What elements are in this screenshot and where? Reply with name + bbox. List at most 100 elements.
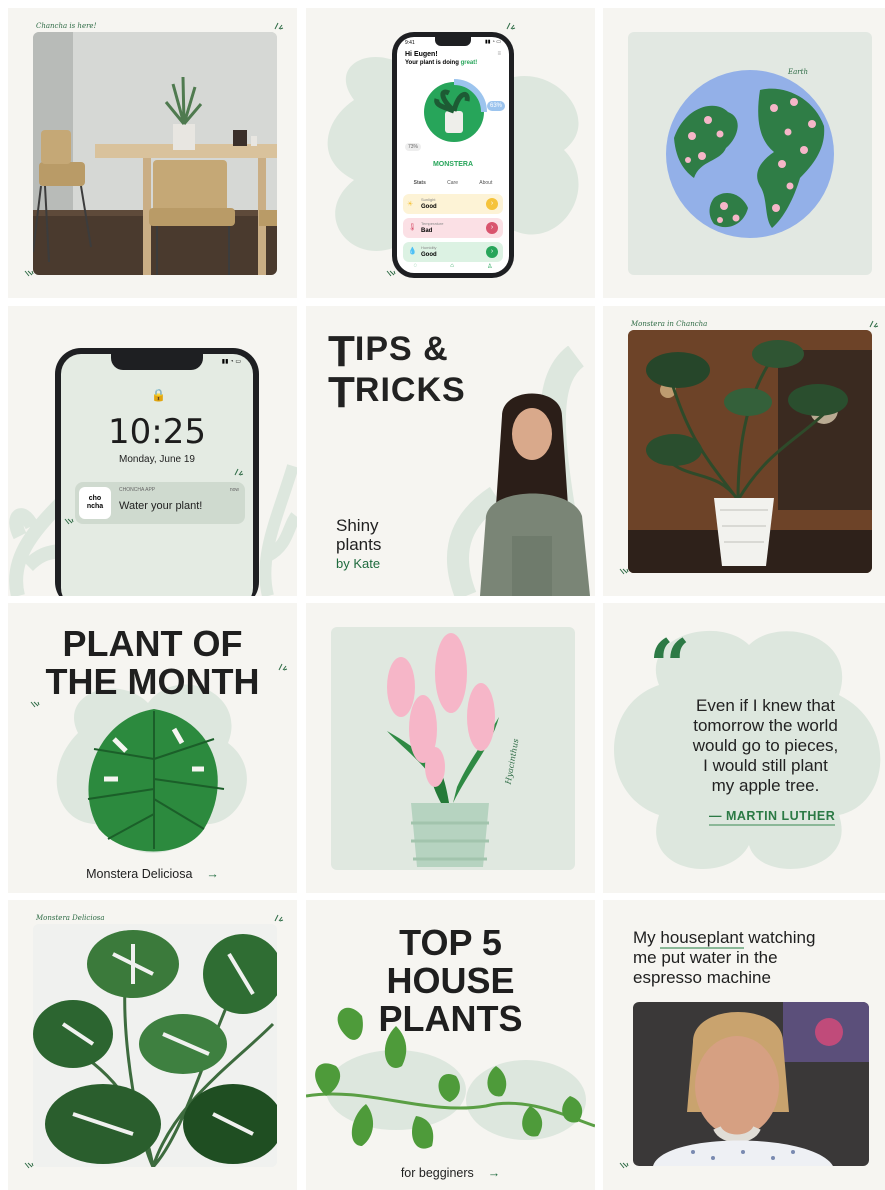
subtitle-line: plants bbox=[336, 535, 382, 554]
app-name: CHONCHA APP bbox=[119, 487, 156, 493]
tab-stats[interactable]: Stats bbox=[414, 180, 426, 190]
status-icons: ▮▮ ◔ ▭ bbox=[484, 39, 501, 45]
sparkle-icon bbox=[386, 270, 396, 277]
sparkle-icon bbox=[274, 914, 284, 922]
post-quote[interactable]: “ Even if I knew that tomorrow the world… bbox=[603, 603, 885, 893]
phone-frame: 9:41 ▮▮ ◔ ▭ Hi Eugen! Your plant is doin… bbox=[392, 32, 514, 278]
row-label: Sunlight bbox=[421, 197, 436, 202]
app-screen: 9:41 ▮▮ ◔ ▭ Hi Eugen! Your plant is doin… bbox=[397, 37, 509, 273]
subtitle-line: Shiny bbox=[336, 516, 379, 535]
post-plant-of-month[interactable]: PLANT OF THE MONTH Monstera Deliciosa → bbox=[8, 603, 297, 893]
meme-photo bbox=[633, 1002, 869, 1166]
post-plant-app[interactable]: 9:41 ▮▮ ◔ ▭ Hi Eugen! Your plant is doin… bbox=[306, 8, 595, 298]
title-line: HOUSE bbox=[386, 960, 515, 1001]
title-line: THE MONTH bbox=[45, 661, 260, 702]
post-dining-room[interactable]: Chancha is here! bbox=[8, 8, 297, 298]
sparkle-icon bbox=[234, 468, 244, 476]
drop-icon: 💧 bbox=[408, 248, 417, 255]
quote-line: I would still plant bbox=[703, 756, 828, 775]
lock-icon: 🔒 bbox=[151, 388, 166, 402]
plant-caption: Monstera Deliciosa → bbox=[86, 867, 219, 881]
post-lock-screen[interactable]: ▮▮ ◔ ▭ 🔒 10:25 Monday, June 19 cho ncha C… bbox=[8, 306, 297, 596]
row-value: Good bbox=[421, 252, 437, 258]
sparkle-icon bbox=[506, 22, 516, 30]
sparkle-icon bbox=[274, 22, 284, 30]
row-label: Temperature bbox=[421, 221, 444, 226]
tile-caption: Monstera Deliciosa bbox=[36, 914, 105, 922]
notification-time: now bbox=[229, 487, 239, 493]
menu-icon[interactable]: ≡ bbox=[497, 51, 501, 57]
row-humidity[interactable]: 💧 Humidity Good › bbox=[403, 242, 503, 262]
row-sunlight[interactable]: ☀ Sunlight Good › bbox=[403, 194, 503, 214]
percent-badge-left: 73% bbox=[405, 143, 422, 151]
bottom-nav: ◌ ⌂ ♙ bbox=[397, 263, 509, 273]
greeting: Hi Eugen! bbox=[405, 51, 438, 58]
arrow-right-icon[interactable]: → bbox=[488, 1166, 501, 1180]
tile-caption: Chancha is here! bbox=[36, 22, 97, 30]
quote-author: — MARTIN LUTHER bbox=[709, 809, 836, 826]
plant-progress-ring bbox=[424, 79, 487, 142]
notification-card[interactable]: cho ncha CHONCHA APP now Water your plant… bbox=[75, 482, 245, 524]
title-line: TOP 5 bbox=[399, 922, 502, 963]
chevron-right-icon: › bbox=[486, 222, 498, 234]
sparkle-icon bbox=[869, 320, 879, 328]
row-value: Bad bbox=[421, 228, 433, 234]
lock-time: 10:25 bbox=[108, 412, 206, 452]
post-tips-tricks[interactable]: TIPS & TRICKS Shiny plants by Kate bbox=[306, 306, 595, 596]
plant-name: MONSTERA bbox=[432, 161, 474, 168]
monstera-leaf-illustration bbox=[87, 709, 225, 852]
tab-about[interactable]: About bbox=[479, 180, 492, 190]
woman-photo bbox=[480, 393, 590, 596]
post-top-5-plants[interactable]: TOP 5 HOUSE PLANTS for begginers → bbox=[306, 900, 595, 1190]
plant-of-month-title: PLANT OF THE MONTH bbox=[8, 625, 297, 701]
title-line: PLANT OF bbox=[62, 623, 243, 664]
tips-tricks-title: TIPS & TRICKS bbox=[328, 327, 466, 417]
percent-badge-right: 63% bbox=[486, 101, 505, 111]
phone-notch bbox=[435, 37, 471, 46]
post-monstera-deliciosa-photo[interactable]: Monstera Deliciosa bbox=[8, 900, 297, 1190]
cafe-monstera-photo bbox=[628, 330, 872, 573]
sparkle-icon bbox=[619, 568, 629, 575]
sparkle-icon bbox=[24, 1162, 34, 1169]
sparkle-icon bbox=[30, 701, 40, 708]
profile-icon[interactable]: ♙ bbox=[487, 263, 492, 273]
pothos-vine-illustration bbox=[306, 1007, 595, 1149]
home-icon[interactable]: ⌂ bbox=[450, 263, 454, 273]
earth-illustration bbox=[666, 70, 834, 238]
phone-frame: ▮▮ ◔ ▭ 🔒 10:25 Monday, June 19 cho ncha C… bbox=[55, 348, 259, 596]
hyacinth-illustration bbox=[387, 633, 499, 867]
top5-caption: for begginers → bbox=[400, 1166, 501, 1180]
chevron-right-icon: › bbox=[486, 246, 498, 258]
post-houseplant-meme[interactable]: My houseplant watching me put water in t… bbox=[603, 900, 885, 1190]
tile-caption: Monstera in Chancha bbox=[631, 320, 708, 328]
row-label: Humidity bbox=[421, 245, 437, 250]
thermometer-icon: 🌡 bbox=[408, 224, 417, 231]
app-icon: cho ncha bbox=[79, 487, 111, 519]
chevron-right-icon: › bbox=[486, 198, 498, 210]
row-value: Good bbox=[421, 204, 437, 210]
quote-line: Even if I knew that bbox=[696, 696, 835, 715]
meme-caption: My houseplant watching me put water in t… bbox=[633, 928, 816, 987]
phone-notch bbox=[111, 354, 203, 370]
tab-care[interactable]: Care bbox=[447, 180, 458, 190]
arrow-right-icon[interactable]: → bbox=[206, 867, 219, 881]
sparkle-icon bbox=[619, 1162, 629, 1169]
quote-line: my apple tree. bbox=[711, 776, 820, 795]
sparkle-icon bbox=[24, 270, 34, 277]
notification-message: Water your plant! bbox=[119, 500, 203, 512]
leaf-icon[interactable]: ◌ bbox=[414, 263, 418, 273]
author-line: by Kate bbox=[336, 556, 381, 571]
dining-room-photo bbox=[33, 32, 277, 275]
row-temperature[interactable]: 🌡 Temperature Bad › bbox=[403, 218, 503, 238]
lock-date: Monday, June 19 bbox=[119, 454, 195, 465]
quote-text: Even if I knew that tomorrow the world w… bbox=[643, 696, 885, 796]
post-earth-illustration[interactable]: Earth bbox=[603, 8, 885, 298]
tab-bar: Stats Care About bbox=[403, 180, 503, 190]
post-monstera-photo[interactable]: Monstera in Chancha bbox=[603, 306, 885, 596]
post-hyacinth-illustration[interactable]: Hyacinthus bbox=[306, 603, 595, 893]
post-grid: Chancha is here! 9:41 ▮▮ ◔ ▭ Hi Eugen! Y… bbox=[0, 0, 885, 1190]
sun-icon: ☀ bbox=[407, 201, 414, 208]
lock-screen: ▮▮ ◔ ▭ 🔒 10:25 Monday, June 19 cho ncha C… bbox=[61, 354, 253, 596]
sparkle-icon bbox=[278, 663, 288, 671]
plant-status: Your plant is doing great! bbox=[405, 60, 478, 66]
